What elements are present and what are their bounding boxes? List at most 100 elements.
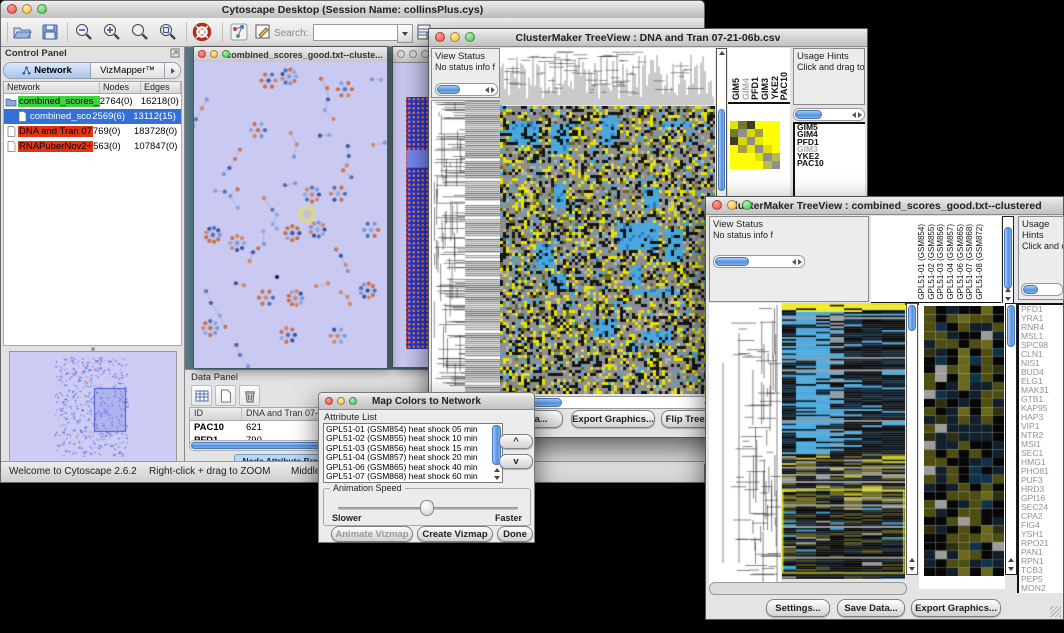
close-button[interactable] — [435, 32, 445, 42]
zoom-selected-icon[interactable] — [158, 22, 178, 42]
minimize-button[interactable] — [337, 397, 345, 405]
network-view-canvas[interactable] — [194, 62, 387, 368]
search-input[interactable] — [313, 24, 401, 41]
move-up-button[interactable]: ^ — [499, 434, 533, 449]
zoom-button[interactable] — [37, 4, 47, 14]
col-edges[interactable]: Edges — [141, 82, 181, 93]
close-button[interactable] — [712, 200, 722, 210]
column-label[interactable]: GPL51-07 (GSM868) — [965, 224, 975, 300]
done-button[interactable]: Done — [497, 526, 533, 542]
network-table-header[interactable]: Network Nodes Edges — [3, 81, 182, 94]
create-vizmap-button[interactable]: Create Vizmap — [417, 526, 493, 542]
annotation-icon[interactable] — [253, 22, 273, 42]
zoom-button[interactable] — [222, 50, 230, 58]
col-nodes[interactable]: Nodes — [100, 82, 141, 93]
column-label[interactable]: PAC10 — [779, 72, 789, 100]
labels-vscrollbar[interactable] — [1002, 216, 1014, 305]
row-dendrogram-canvas[interactable] — [709, 303, 781, 593]
zoom-button[interactable] — [349, 397, 357, 405]
column-label[interactable]: GIM4 — [741, 78, 751, 100]
window-controls[interactable] — [435, 32, 475, 42]
attribute-select-icon[interactable] — [191, 385, 212, 406]
view-status-scrollbar[interactable] — [435, 83, 498, 96]
network-row[interactable]: DNA and Tran 07 769(0) 183728(0) — [4, 124, 181, 139]
detail-heatmap-canvas[interactable] — [924, 306, 1004, 576]
scroll-up-icon[interactable] — [494, 468, 500, 472]
view-status-scrollbar[interactable] — [713, 255, 805, 268]
treeview1-titlebar[interactable]: ClusterMaker TreeView : DNA and Tran 07-… — [429, 29, 867, 47]
column-label[interactable]: GPL51-04 (GSM857) — [946, 224, 956, 300]
move-down-button[interactable]: v — [499, 454, 533, 469]
column-label[interactable]: YKE2 — [770, 76, 780, 100]
open-folder-icon[interactable] — [12, 22, 32, 42]
minimize-button[interactable] — [210, 50, 218, 58]
usage-hints-scrollbar[interactable] — [793, 108, 865, 121]
zoom-fit-icon[interactable] — [130, 22, 150, 42]
column-label[interactable]: GPL51-01 (GSM854) — [917, 224, 927, 300]
window-controls[interactable] — [325, 397, 357, 405]
column-label[interactable]: GPL51-02 (GSM855) — [927, 224, 937, 300]
column-label[interactable]: GIM3 — [760, 78, 770, 100]
save-data-button[interactable]: Save Data... — [837, 599, 905, 617]
resize-grip[interactable] — [1050, 606, 1061, 617]
attribute-list-item[interactable]: GPL51-07 (GSM868) heat shock 60 min — [324, 472, 502, 481]
window-controls[interactable] — [7, 4, 47, 14]
window-controls[interactable] — [198, 50, 230, 58]
treeview2-titlebar[interactable]: ClusterMaker TreeView : combined_scores_… — [706, 197, 1063, 215]
scroll-down-icon[interactable] — [494, 476, 500, 480]
save-icon[interactable] — [40, 22, 60, 42]
gene-list-item[interactable]: MON2 — [1019, 584, 1063, 593]
column-label[interactable]: GIM5 — [731, 78, 741, 100]
network-nodes-icon[interactable] — [229, 22, 249, 42]
float-panel-icon[interactable] — [170, 48, 180, 58]
tab-network[interactable]: Network — [3, 62, 91, 79]
column-dendrogram-canvas[interactable] — [500, 48, 715, 105]
gene-list-item[interactable]: PAC10 — [795, 160, 865, 167]
export-graphics-button[interactable]: Export Graphics... — [571, 410, 655, 428]
usage-hints-scrollbar[interactable] — [1021, 283, 1063, 296]
minimize-button[interactable] — [450, 32, 460, 42]
close-button[interactable] — [7, 4, 17, 14]
inactive-window-controls[interactable] — [397, 50, 429, 58]
heatmap-canvas[interactable] — [782, 303, 905, 579]
minimize-button[interactable] — [409, 50, 417, 58]
zoom-out-icon[interactable] — [74, 22, 94, 42]
search-dropdown-button[interactable] — [397, 24, 413, 43]
heatmap-vscrollbar[interactable] — [906, 303, 918, 575]
settings-button[interactable]: Settings... — [766, 599, 830, 617]
close-button[interactable] — [325, 397, 333, 405]
similarity-matrix[interactable] — [730, 121, 780, 169]
tab-overflow-button[interactable] — [165, 62, 181, 79]
network-row[interactable]: combined_sco 2569(6) 13112(15) — [4, 109, 181, 124]
heatmap-canvas[interactable] — [500, 106, 715, 394]
zoom-in-icon[interactable] — [102, 22, 122, 42]
window-controls[interactable] — [712, 200, 752, 210]
col-network[interactable]: Network — [4, 82, 100, 93]
detail-vscrollbar[interactable] — [1005, 303, 1017, 575]
heatmap-hscrollbar[interactable] — [709, 582, 907, 595]
animate-vizmap-button[interactable]: Animate Vizmap — [331, 526, 413, 542]
close-button[interactable] — [397, 50, 405, 58]
column-label[interactable]: GPL51-03 (GSM856) — [936, 224, 946, 300]
delete-attribute-trash-icon[interactable] — [239, 385, 260, 406]
zoom-button[interactable] — [465, 32, 475, 42]
minimize-button[interactable] — [22, 4, 32, 14]
network-row[interactable]: combined_scores_ 2764(0) 16218(0) — [4, 94, 181, 109]
main-titlebar[interactable]: Cytoscape Desktop (Session Name: collins… — [1, 1, 704, 19]
dialog-titlebar[interactable]: Map Colors to Network — [319, 393, 534, 410]
network-window-1-titlebar[interactable]: combined_scores_good.txt--cluste... — [194, 47, 387, 63]
row-dendrogram-canvas[interactable] — [431, 100, 502, 396]
speed-slider-thumb[interactable] — [420, 500, 434, 516]
id-column-header[interactable]: ID — [190, 408, 242, 420]
column-label[interactable]: GPL51-08 (GSM872) — [975, 224, 985, 300]
new-attribute-icon[interactable] — [215, 385, 236, 406]
tab-vizmapper[interactable]: VizMapper™ — [91, 62, 165, 79]
close-button[interactable] — [198, 50, 206, 58]
minimize-button[interactable] — [727, 200, 737, 210]
zoom-button[interactable] — [742, 200, 752, 210]
export-graphics-button[interactable]: Export Graphics... — [911, 599, 1001, 617]
network-row[interactable]: RNAPuberNov2+ 563(0) 107847(0) — [4, 139, 181, 154]
help-lifebuoy-icon[interactable] — [192, 22, 212, 42]
column-label[interactable]: PFD1 — [750, 77, 760, 100]
birdseye-view-canvas[interactable] — [9, 351, 177, 464]
